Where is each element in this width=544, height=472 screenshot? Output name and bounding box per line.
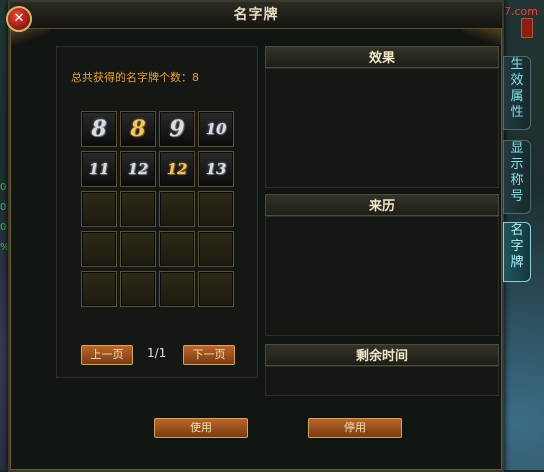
window-title: 名字牌: [233, 7, 279, 23]
side-tab-char: 称: [510, 173, 524, 188]
name-plate-icon: 9: [169, 116, 185, 142]
name-plate-window: 名字牌 ✕ 总共获得的名字牌个数：8 8 8 9 10 11 12 12 13 上一页 1/1…: [6, 0, 504, 472]
name-plate-slot[interactable]: 12: [120, 151, 156, 187]
name-plate-icon: 12: [127, 159, 149, 178]
remaining-time-panel: [265, 366, 499, 396]
empty-slot[interactable]: [159, 271, 195, 307]
side-tab-char: 效: [510, 73, 524, 88]
name-plate-icon: 8: [91, 116, 107, 142]
close-icon: ✕: [13, 11, 25, 26]
empty-slot[interactable]: [120, 231, 156, 267]
empty-slot[interactable]: [81, 191, 117, 227]
empty-slot[interactable]: [198, 191, 234, 227]
stop-button[interactable]: 停用: [308, 418, 402, 438]
side-tab-2[interactable]: 显示称号: [503, 140, 531, 214]
empty-slot[interactable]: [120, 271, 156, 307]
effect-header: 效果: [265, 46, 499, 68]
side-tab-char: 字: [510, 239, 524, 254]
close-button[interactable]: ✕: [6, 6, 32, 32]
side-tab-char: 名: [510, 223, 524, 238]
side-tab-3[interactable]: 名字牌: [503, 222, 531, 282]
effect-panel: [265, 68, 499, 188]
side-tab-char: 显: [510, 141, 524, 156]
background-stat: 0: [0, 222, 7, 233]
name-plate-slot[interactable]: 8: [120, 111, 156, 147]
remaining-time-title: 剩余时间: [355, 349, 408, 364]
empty-slot[interactable]: [198, 271, 234, 307]
name-plate-slot[interactable]: 10: [198, 111, 234, 147]
empty-slot[interactable]: [120, 191, 156, 227]
name-plate-icon: 10: [205, 119, 227, 138]
name-plate-slot[interactable]: 13: [198, 151, 234, 187]
empty-slot[interactable]: [81, 231, 117, 267]
side-tab-char: 号: [510, 189, 524, 204]
name-plate-slot[interactable]: 8: [81, 111, 117, 147]
next-page-button[interactable]: 下一页: [183, 345, 235, 365]
name-plate-slot[interactable]: 9: [159, 111, 195, 147]
origin-title: 来历: [368, 199, 395, 214]
empty-slot[interactable]: [159, 191, 195, 227]
origin-panel: [265, 216, 499, 336]
name-plate-count: 总共获得的名字牌个数：8: [71, 71, 199, 84]
side-tab-char: 生: [510, 57, 524, 72]
origin-header: 来历: [265, 194, 499, 216]
name-plate-icon: 8: [130, 116, 146, 142]
empty-slot[interactable]: [81, 271, 117, 307]
side-tab-char: 牌: [510, 255, 524, 270]
name-plate-icon: 12: [166, 159, 188, 178]
effect-title: 效果: [368, 51, 395, 66]
remaining-time-header: 剩余时间: [265, 344, 499, 366]
name-plate-icon: 11: [88, 159, 110, 178]
side-tab-char: 示: [510, 157, 524, 172]
page-indicator: 1/1: [147, 346, 167, 360]
side-tab-1[interactable]: 生效属性: [503, 56, 531, 130]
name-plate-icon: 13: [205, 159, 227, 178]
name-plate-slot[interactable]: 12: [159, 151, 195, 187]
background-stat: 0: [0, 202, 7, 213]
background-stat: 0: [0, 182, 7, 193]
name-plate-collection-panel: 总共获得的名字牌个数：8 8 8 9 10 11 12 12 13: [56, 46, 258, 378]
side-tab-char: 属: [510, 89, 524, 104]
title-bar: 名字牌: [10, 2, 502, 29]
empty-slot[interactable]: [198, 231, 234, 267]
prev-page-button[interactable]: 上一页: [81, 345, 133, 365]
side-tab-char: 性: [510, 105, 524, 120]
scroll-marker: [521, 18, 533, 38]
name-plate-slot[interactable]: 11: [81, 151, 117, 187]
name-plate-grid: 8 8 9 10 11 12 12 13: [81, 111, 234, 307]
empty-slot[interactable]: [159, 231, 195, 267]
use-button[interactable]: 使用: [154, 418, 248, 438]
